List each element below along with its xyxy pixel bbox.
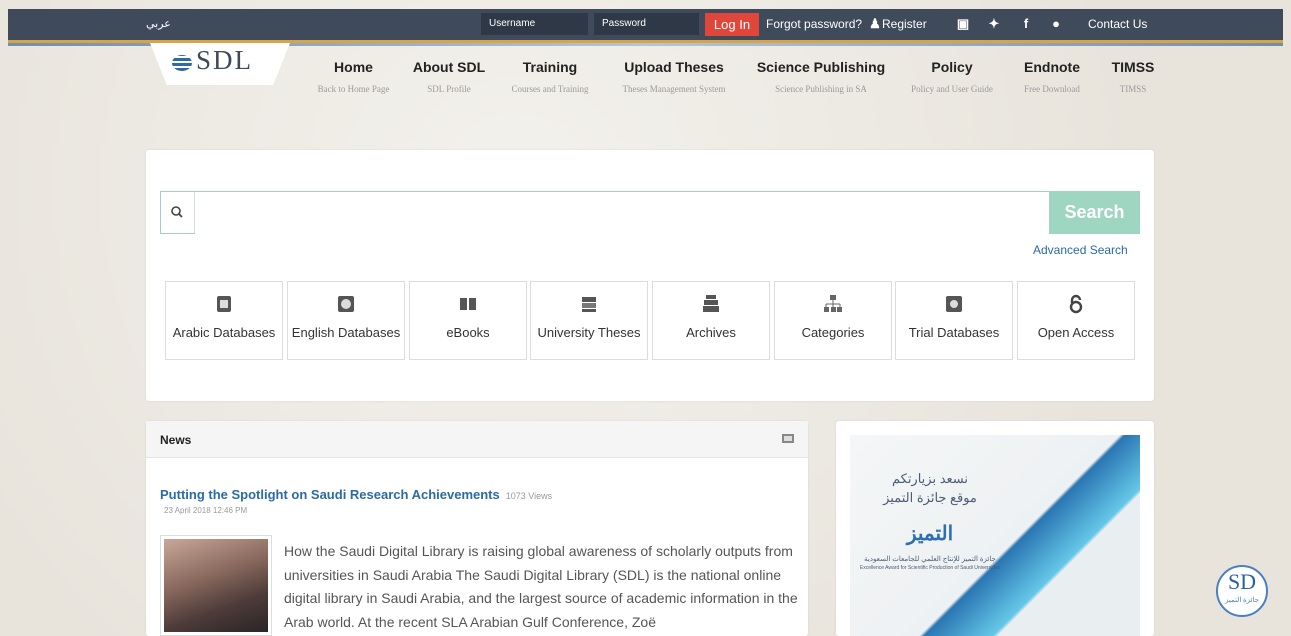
badge-text: SD: [1227, 569, 1257, 594]
tile-label: Open Access: [1037, 325, 1115, 340]
ad-brand: التميز: [906, 523, 954, 545]
news-excerpt: How the Saudi Digital Library is raising…: [284, 543, 798, 630]
nav-title: Policy: [931, 59, 973, 75]
nav-timss[interactable]: TIMSS TIMSS: [1108, 59, 1158, 94]
search-icon-box: [161, 192, 195, 233]
nav-science-publishing[interactable]: Science Publishing Science Publishing in …: [752, 59, 890, 94]
tile-label: Archives: [686, 325, 736, 340]
search-input[interactable]: [195, 192, 1054, 235]
sitemap-icon: [824, 295, 842, 312]
news-date: 23 April 2018 12:46 PM: [164, 506, 248, 515]
award-badge-button[interactable]: SD جائزة التميز: [1216, 565, 1268, 617]
advanced-search-link[interactable]: Advanced Search: [1033, 243, 1128, 257]
ad-line3: جائزة التميز للإنتاج العلمي للجامعات الس…: [864, 556, 996, 563]
theses-icon: [582, 297, 596, 312]
search-icon: [171, 206, 183, 218]
excellence-award-banner[interactable]: نسعد بزيارتكم موقع جائزة التميز التميز ج…: [850, 435, 1140, 636]
tile-label: Categories: [801, 325, 865, 340]
android-icon[interactable]: ●: [1048, 16, 1064, 32]
archive-icon: [703, 295, 719, 312]
news-thumbnail[interactable]: [160, 535, 272, 636]
open-access-icon: [1069, 294, 1083, 314]
search-card: [146, 150, 1154, 401]
nav-subtitle: Policy and User Guide: [911, 84, 993, 94]
nav-subtitle: TIMSS: [1119, 84, 1147, 94]
nav-title: Endnote: [1024, 59, 1080, 75]
news-article-title: Putting the Spotlight on Saudi Research …: [160, 487, 500, 502]
tile-english-databases[interactable]: English Databases: [287, 281, 405, 360]
twitter-icon[interactable]: ✦: [986, 16, 1002, 32]
ad-line1: نسعد بزيارتكم: [891, 471, 969, 486]
nav-title: TIMSS: [1111, 59, 1155, 75]
nav-subtitle: SDL Profile: [427, 84, 471, 94]
password-field[interactable]: Password: [594, 13, 699, 35]
nav-endnote[interactable]: Endnote Free Download: [1012, 59, 1092, 94]
rss-icon[interactable]: [782, 434, 794, 443]
news-article-link[interactable]: Putting the Spotlight on Saudi Research …: [160, 487, 552, 502]
nav-policy[interactable]: Policy Policy and User Guide: [900, 59, 1004, 94]
tile-archives[interactable]: Archives: [652, 281, 770, 360]
contact-us-link[interactable]: Contact Us: [1088, 9, 1147, 40]
tile-categories[interactable]: Categories: [774, 281, 892, 360]
youtube-icon[interactable]: ▣: [955, 16, 971, 32]
nav-title: About SDL: [412, 59, 486, 75]
tile-label: Trial Databases: [908, 325, 1000, 340]
tile-label: University Theses: [537, 325, 641, 340]
nav-about[interactable]: About SDL SDL Profile: [405, 59, 493, 94]
arabic-language-link[interactable]: عربي: [146, 9, 171, 40]
login-button[interactable]: Log In: [705, 13, 759, 36]
nav-title: Upload Theses: [624, 59, 724, 75]
nav-home[interactable]: Home Back to Home Page: [306, 59, 401, 94]
news-views: 1073 Views: [505, 491, 553, 501]
user-add-icon: ♟: [869, 16, 881, 31]
tile-label: Arabic Databases: [172, 325, 276, 340]
badge-subtext: جائزة التميز: [1225, 596, 1259, 604]
tile-label: English Databases: [291, 325, 401, 340]
news-photo: [164, 539, 268, 632]
nav-title: Home: [334, 59, 373, 75]
nav-subtitle: Courses and Training: [511, 84, 589, 94]
tile-trial-databases[interactable]: Trial Databases: [895, 281, 1013, 360]
ad-line2: موقع جائزة التميز: [883, 490, 977, 505]
nav-subtitle: Science Publishing in SA: [775, 84, 867, 94]
nav-title: Science Publishing: [756, 59, 886, 75]
forgot-password-link[interactable]: Forgot password?: [766, 9, 862, 40]
facebook-icon[interactable]: f: [1018, 16, 1034, 32]
nav-training[interactable]: Training Courses and Training: [500, 59, 600, 94]
nav-subtitle: Free Download: [1024, 84, 1080, 94]
nav-title: Training: [522, 59, 578, 75]
sdl-logo[interactable]: SDL: [172, 45, 253, 76]
username-field[interactable]: Username: [481, 13, 588, 35]
logo-text: SDL: [196, 45, 254, 75]
nav-subtitle: Back to Home Page: [317, 84, 390, 94]
globe-database-icon: [338, 296, 354, 312]
tile-ebooks[interactable]: eBooks: [409, 281, 527, 360]
ad-line4: Excellence Award for Scientific Producti…: [859, 565, 1001, 571]
book-icon: [460, 298, 476, 310]
tile-arabic-databases[interactable]: Arabic Databases: [165, 281, 283, 360]
tile-university-theses[interactable]: University Theses: [530, 281, 648, 360]
database-icon: [217, 296, 231, 312]
nav-subtitle: Theses Management System: [622, 84, 726, 94]
search-button[interactable]: Search: [1049, 191, 1140, 234]
tile-open-access[interactable]: Open Access: [1017, 281, 1135, 360]
news-heading: News: [160, 433, 192, 447]
search-bar: Search: [160, 191, 1140, 235]
globe-logo-icon: [172, 54, 192, 71]
nav-upload-theses[interactable]: Upload Theses Theses Management System: [608, 59, 740, 94]
register-link[interactable]: Register: [882, 9, 927, 40]
top-bar: عربي Username Password Log In Forgot pas…: [8, 9, 1283, 46]
tile-label: eBooks: [446, 325, 490, 340]
news-header: News: [146, 421, 808, 458]
trial-database-icon: [946, 296, 962, 312]
